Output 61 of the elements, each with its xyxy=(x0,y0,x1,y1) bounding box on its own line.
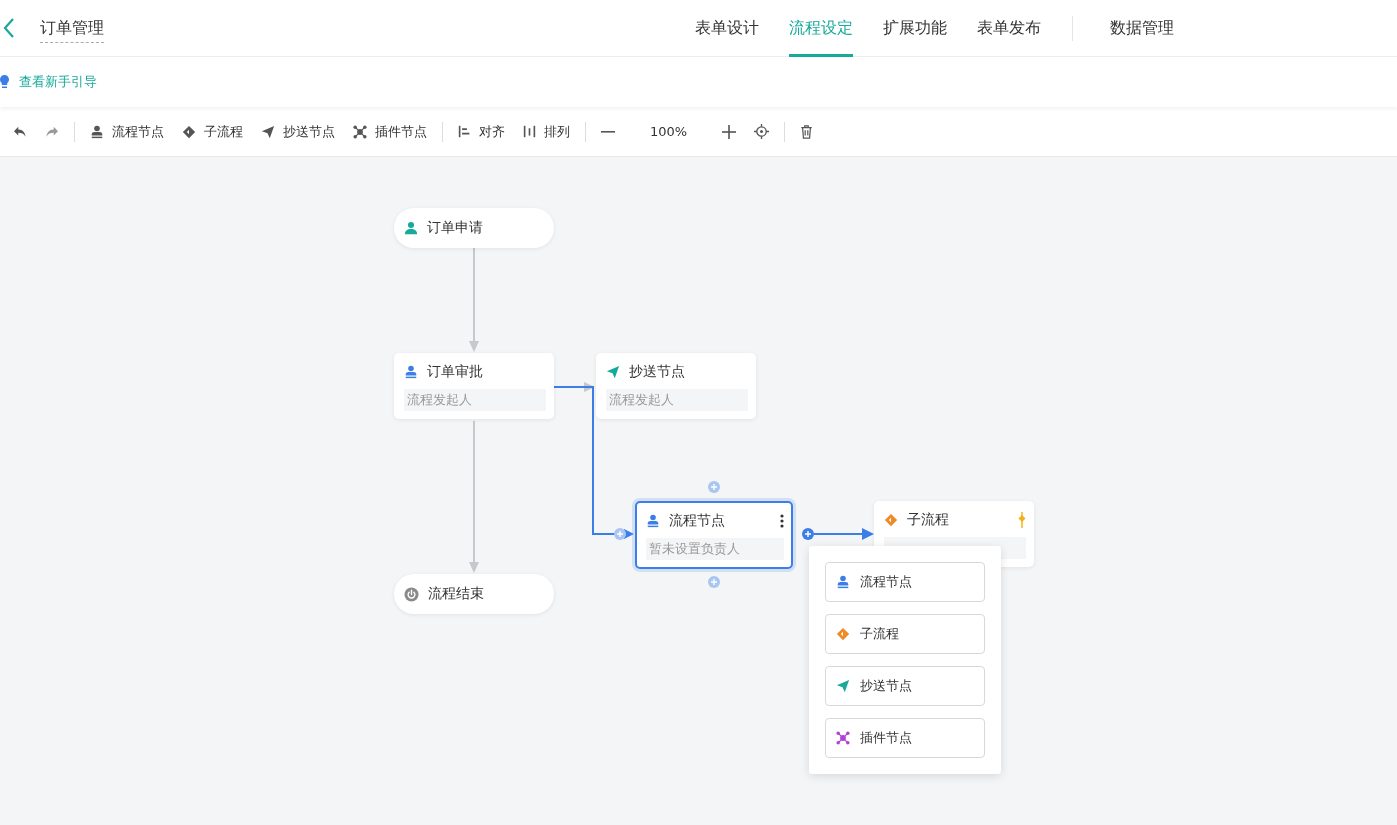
paper-plane-icon xyxy=(836,679,850,693)
node-subtitle: 流程发起人 xyxy=(404,389,546,411)
paper-plane-icon xyxy=(606,365,620,379)
menu-item[interactable]: 流程节点 xyxy=(825,562,985,602)
menu-item[interactable]: 子流程 xyxy=(825,614,985,654)
minus-icon xyxy=(601,130,615,133)
toolbar-button[interactable]: 对齐 xyxy=(449,116,514,147)
nav-tab[interactable]: 数据管理 xyxy=(1110,0,1174,57)
trash-icon xyxy=(800,124,814,139)
terminal-node[interactable]: 流程结束 xyxy=(394,574,554,614)
add-node-button[interactable] xyxy=(708,576,720,588)
nav-tab[interactable]: 表单设计 xyxy=(695,0,759,57)
crosshair-icon xyxy=(754,124,770,139)
flow-node[interactable]: 订单审批 流程发起人 xyxy=(394,353,554,419)
stamp-icon xyxy=(404,365,418,379)
add-node-button[interactable] xyxy=(708,481,720,493)
redo-icon xyxy=(45,125,59,138)
page-title[interactable]: 订单管理 xyxy=(40,17,104,43)
nav-tab[interactable]: 表单发布 xyxy=(977,0,1041,57)
plus-icon xyxy=(722,124,737,139)
lightbulb-icon xyxy=(0,75,9,89)
toolbar-button[interactable]: 流程节点 xyxy=(81,116,173,147)
node-subtitle: 流程发起人 xyxy=(606,389,748,411)
plugin-icon xyxy=(836,731,850,745)
more-icon[interactable] xyxy=(780,514,784,528)
toolbar-button[interactable]: 抄送节点 xyxy=(252,116,344,147)
node-title: 订单审批 xyxy=(427,363,483,381)
node-title: 子流程 xyxy=(907,511,949,529)
menu-item[interactable]: 抄送节点 xyxy=(825,666,985,706)
node-title: 流程结束 xyxy=(428,585,484,603)
diamond-icon xyxy=(836,627,850,641)
person-icon xyxy=(404,221,418,235)
handle-icon[interactable] xyxy=(1018,512,1026,528)
toolbar-button[interactable]: 插件节点 xyxy=(344,116,436,147)
stamp-icon xyxy=(646,514,660,528)
add-node-button[interactable] xyxy=(802,528,814,540)
node-subtitle: 暂未设置负责人 xyxy=(646,538,784,560)
zoom-level[interactable]: 100% xyxy=(624,116,714,147)
node-title: 抄送节点 xyxy=(629,363,685,381)
menu-item[interactable]: 插件节点 xyxy=(825,718,985,758)
plugin-icon xyxy=(353,124,367,139)
node-title: 订单申请 xyxy=(427,219,483,237)
toolbar-button[interactable]: 子流程 xyxy=(173,116,252,147)
flow-node[interactable]: 流程节点 暂未设置负责人 xyxy=(635,501,793,569)
connector-arrow xyxy=(813,528,874,540)
power-icon xyxy=(404,586,419,602)
undo-icon xyxy=(13,125,27,138)
terminal-node[interactable]: 订单申请 xyxy=(394,208,554,248)
diamond-icon xyxy=(884,513,898,527)
diamond-icon xyxy=(182,124,196,139)
nav-tab[interactable]: 扩展功能 xyxy=(883,0,947,57)
columns-icon xyxy=(523,125,536,138)
stamp-icon xyxy=(90,124,104,139)
paper-plane-icon xyxy=(261,124,275,139)
node-title: 流程节点 xyxy=(669,512,725,530)
flow-node[interactable]: 抄送节点 流程发起人 xyxy=(596,353,756,419)
add-node-button[interactable] xyxy=(614,528,626,540)
align-icon xyxy=(458,125,471,138)
back-icon[interactable] xyxy=(2,17,16,39)
stamp-icon xyxy=(836,575,850,589)
toolbar-button[interactable]: 排列 xyxy=(514,116,579,147)
